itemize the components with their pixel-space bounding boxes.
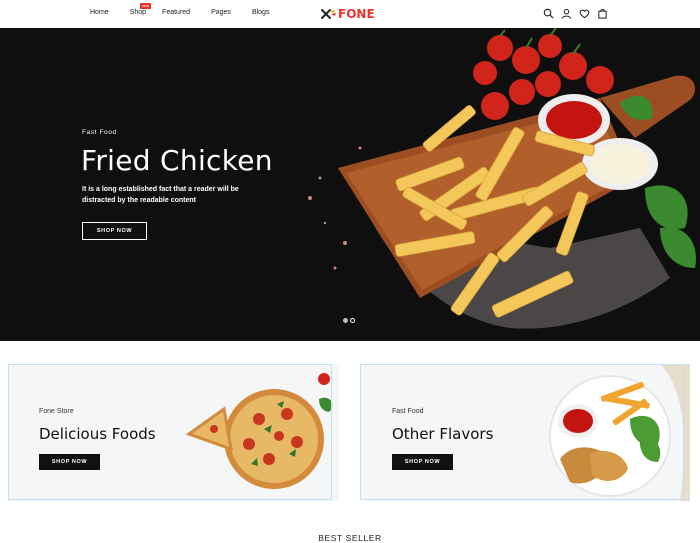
slider-dots bbox=[343, 318, 355, 323]
pizza-image bbox=[185, 373, 333, 489]
logo-icon bbox=[321, 9, 336, 19]
new-badge: new bbox=[139, 3, 152, 9]
hero-description: It is a long established fact that a rea… bbox=[82, 186, 239, 204]
nav-featured[interactable]: Featured bbox=[162, 9, 190, 16]
nav-pages[interactable]: Pages bbox=[211, 9, 231, 16]
nav-blogs[interactable]: Blogs bbox=[252, 9, 270, 16]
fries-board-image bbox=[308, 28, 696, 329]
promo-banner-other-flavors[interactable]: Fast Food Other Flavors SHOP NOW bbox=[361, 364, 690, 501]
banner-title: Delicious Foods bbox=[39, 425, 156, 443]
site-header: Home Shop new Featured Pages Blogs FONE bbox=[0, 0, 700, 28]
slider-dot-1[interactable] bbox=[343, 318, 348, 323]
heart-icon[interactable] bbox=[579, 8, 590, 19]
logo[interactable]: FONE bbox=[321, 7, 375, 21]
nav-home[interactable]: Home bbox=[90, 9, 109, 16]
slider-dot-2[interactable] bbox=[350, 318, 355, 323]
main-nav: Home Shop new Featured Pages Blogs bbox=[90, 3, 290, 16]
promo-banner-delicious-foods[interactable]: Fone Store Delicious Foods SHOP NOW bbox=[8, 364, 339, 501]
chicken-plate-image bbox=[549, 364, 690, 501]
banner-title: Other Flavors bbox=[392, 425, 494, 443]
hero-slider: Fast Food Fried Chicken It is a long est… bbox=[0, 28, 700, 341]
logo-text: FONE bbox=[338, 7, 375, 21]
banner-kicker: Fast Food bbox=[392, 408, 424, 415]
banner-kicker: Fone Store bbox=[39, 408, 74, 415]
section-heading: BEST SELLER bbox=[318, 533, 382, 543]
banner-shop-now-button[interactable]: SHOP NOW bbox=[39, 454, 100, 470]
user-icon[interactable] bbox=[561, 8, 572, 19]
header-icons bbox=[543, 8, 608, 19]
nav-shop[interactable]: Shop new bbox=[129, 3, 152, 16]
search-icon[interactable] bbox=[543, 8, 554, 19]
nav-shop-label: Shop bbox=[129, 9, 147, 16]
hero-kicker: Fast Food bbox=[82, 129, 117, 136]
bag-icon[interactable] bbox=[597, 8, 608, 19]
hero-shop-now-button[interactable]: SHOP NOW bbox=[82, 222, 147, 240]
hero-title: Fried Chicken bbox=[81, 144, 273, 177]
banner-shop-now-button[interactable]: SHOP NOW bbox=[392, 454, 453, 470]
